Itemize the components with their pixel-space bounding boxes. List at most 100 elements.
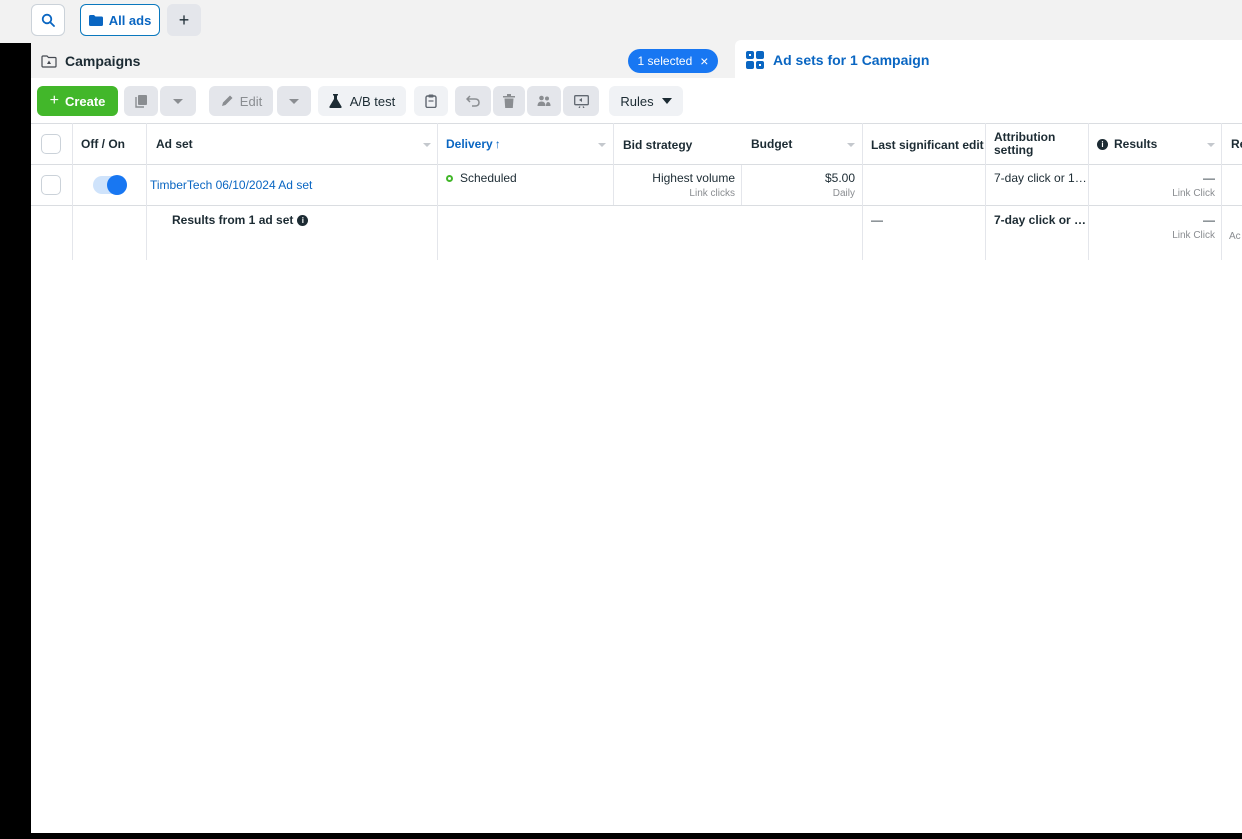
clipboard-icon xyxy=(425,94,437,108)
search-button[interactable] xyxy=(31,4,65,36)
sort-menu-icon[interactable] xyxy=(598,143,606,147)
delivery-header-label: Delivery xyxy=(446,137,493,151)
column-header-results[interactable]: i Results xyxy=(1097,137,1157,151)
sort-menu-icon[interactable] xyxy=(1207,143,1215,147)
edit-dropdown-button[interactable] xyxy=(277,86,311,116)
budget-cell[interactable]: $5.00 Daily xyxy=(741,171,855,199)
bottom-edge xyxy=(0,833,1242,839)
ad-set-name-link[interactable]: TimberTech 06/10/2024 Ad set xyxy=(150,178,312,192)
edit-button[interactable]: Edit xyxy=(209,86,273,116)
clear-selection-icon[interactable]: × xyxy=(700,53,708,69)
summary-attribution: 7-day click or … xyxy=(994,213,1087,227)
column-header-reach[interactable]: Re xyxy=(1231,137,1242,151)
column-header-bid-strategy[interactable]: Bid strategy xyxy=(623,138,692,152)
summary-results-sub: Link Click xyxy=(1172,230,1215,241)
all-ads-button[interactable]: All ads xyxy=(80,4,160,36)
bid-strategy-value: Highest volume xyxy=(652,171,735,185)
plus-icon: + xyxy=(178,9,190,30)
audience-button[interactable] xyxy=(527,86,561,116)
duplicate-button[interactable] xyxy=(124,86,158,116)
preview-button[interactable] xyxy=(563,86,599,116)
ab-test-label: A/B test xyxy=(349,93,396,109)
tab-ad-sets-label: Ad sets for 1 Campaign xyxy=(773,52,930,68)
duplicate-icon xyxy=(135,95,147,108)
sort-menu-icon[interactable] xyxy=(847,143,855,147)
column-divider xyxy=(1221,123,1222,260)
results-sub: Link Click xyxy=(1172,188,1215,199)
ad-set-on-off-toggle[interactable] xyxy=(93,175,127,195)
column-divider xyxy=(146,123,147,260)
attribution-cell: 7-day click or 1… xyxy=(994,171,1087,185)
toggle-knob xyxy=(107,175,127,195)
people-icon xyxy=(537,95,551,106)
select-all-checkbox[interactable] xyxy=(41,134,61,154)
budget-sub: Daily xyxy=(832,188,855,199)
tab-ad-sets[interactable]: Ad sets for 1 Campaign xyxy=(735,40,1242,80)
summary-results-value: — xyxy=(1203,213,1215,227)
summary-label: Results from 1 ad set i xyxy=(172,213,309,227)
results-cell: — Link Click xyxy=(1088,171,1215,199)
pencil-icon xyxy=(221,95,233,106)
rules-dropdown[interactable]: Rules xyxy=(609,86,683,116)
tab-campaigns-label: Campaigns xyxy=(65,53,141,69)
results-value: — xyxy=(1203,171,1215,185)
chevron-down-icon xyxy=(289,98,299,104)
column-header-budget[interactable]: Budget xyxy=(751,137,792,151)
plus-icon: + xyxy=(49,92,59,109)
clipboard-button[interactable] xyxy=(414,86,448,116)
status-dot-icon xyxy=(446,174,453,182)
table-top-border xyxy=(31,123,1242,124)
header-bottom-border xyxy=(31,164,1242,165)
ad-sets-grid-icon xyxy=(746,51,764,69)
column-header-attribution-setting[interactable]: Attribution setting xyxy=(994,131,1055,157)
add-tab-button[interactable]: + xyxy=(167,4,201,36)
create-label: Create xyxy=(64,93,106,109)
bid-strategy-sub: Link clicks xyxy=(689,188,735,199)
preview-icon xyxy=(573,94,589,108)
summary-last-edit: — xyxy=(871,213,883,227)
create-button[interactable]: + Create xyxy=(37,86,118,116)
column-header-ad-set[interactable]: Ad set xyxy=(156,137,193,151)
column-divider xyxy=(862,123,863,260)
undo-icon xyxy=(466,95,480,107)
summary-reach-sub: Ac xyxy=(1229,231,1241,242)
column-header-off-on[interactable]: Off / On xyxy=(81,137,125,151)
results-header-label: Results xyxy=(1114,137,1158,151)
folder-icon xyxy=(88,14,103,26)
column-divider xyxy=(437,123,438,260)
undo-button[interactable] xyxy=(455,86,491,116)
tab-campaigns[interactable]: Campaigns xyxy=(31,44,726,78)
row-bottom-border xyxy=(31,205,1242,206)
ab-test-button[interactable]: A/B test xyxy=(318,86,406,116)
search-icon xyxy=(41,13,55,27)
delivery-status: Scheduled xyxy=(446,171,517,185)
bid-strategy-cell: Highest volume Link clicks xyxy=(613,171,735,199)
caret-down-icon xyxy=(661,98,672,104)
all-ads-label: All ads xyxy=(108,12,152,28)
ads-manager-window: All ads + Campaigns 1 selected × Ad sets… xyxy=(0,0,1242,839)
left-rail xyxy=(0,43,31,839)
selected-count-label: 1 selected xyxy=(637,54,693,68)
rules-label: Rules xyxy=(620,93,654,109)
chevron-down-icon xyxy=(173,98,183,104)
duplicate-dropdown-button[interactable] xyxy=(160,86,196,116)
top-bar: All ads + xyxy=(0,0,1242,43)
edit-label: Edit xyxy=(239,93,263,109)
trash-icon xyxy=(503,94,515,108)
column-divider xyxy=(985,123,986,260)
selected-count-chip[interactable]: 1 selected × xyxy=(628,49,718,73)
row-checkbox[interactable] xyxy=(41,175,61,195)
sort-menu-icon[interactable] xyxy=(423,143,431,147)
summary-label-text: Results from 1 ad set xyxy=(172,213,294,227)
attribution-header-line2: setting xyxy=(994,143,1034,157)
column-divider xyxy=(72,123,73,260)
campaign-folder-icon xyxy=(41,54,57,68)
info-icon[interactable]: i xyxy=(297,214,309,226)
budget-value: $5.00 xyxy=(824,171,855,185)
delivery-status-label: Scheduled xyxy=(460,171,517,185)
column-header-delivery[interactable]: Delivery ↑ xyxy=(446,137,501,151)
column-header-last-significant-edit[interactable]: Last significant edit xyxy=(871,138,984,152)
info-icon[interactable]: i xyxy=(1097,138,1108,150)
delete-button[interactable] xyxy=(493,86,525,116)
sort-ascending-icon: ↑ xyxy=(494,137,501,151)
